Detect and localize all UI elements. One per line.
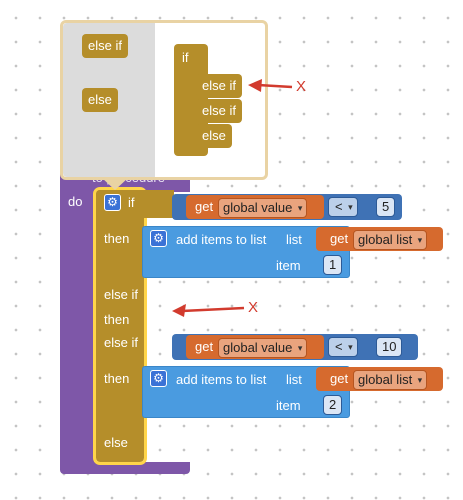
mutator-if-label: if bbox=[182, 50, 189, 65]
then-label-2: then bbox=[104, 371, 130, 386]
list-label: list bbox=[286, 372, 302, 387]
get-label: get bbox=[195, 339, 214, 354]
procedure-spine bbox=[60, 192, 94, 468]
mutator-gear-icon[interactable]: ⚙ bbox=[150, 230, 167, 247]
get-label: get bbox=[330, 371, 349, 386]
get-block-list-2[interactable]: get global list ▾ bbox=[316, 367, 443, 391]
palette-else-if-block[interactable]: else if bbox=[82, 34, 128, 58]
popup-pointer bbox=[102, 178, 128, 190]
dropdown-caret-icon: ▾ bbox=[348, 342, 353, 352]
annotation-arrow-1 bbox=[248, 79, 293, 92]
get-block-list-1[interactable]: get global list ▾ bbox=[316, 227, 443, 251]
dropdown-caret-icon: ▾ bbox=[417, 375, 423, 385]
variable-name: global list bbox=[358, 372, 413, 387]
operator-dropdown[interactable]: < ▾ bbox=[328, 197, 358, 217]
number-input[interactable]: 10 bbox=[376, 337, 403, 357]
operator-value: < bbox=[335, 339, 343, 354]
number-input[interactable]: 5 bbox=[376, 197, 396, 217]
if-label: if bbox=[128, 195, 135, 210]
variable-dropdown[interactable]: global value ▾ bbox=[218, 198, 308, 218]
annotation-x-1: X bbox=[296, 78, 307, 95]
get-label: get bbox=[195, 199, 214, 214]
add-items-label: add items to list bbox=[176, 372, 267, 387]
dropdown-caret-icon: ▾ bbox=[297, 203, 303, 213]
stack-else-if-block-2[interactable]: else if bbox=[196, 99, 242, 123]
dropdown-caret-icon: ▾ bbox=[417, 235, 423, 245]
get-label: get bbox=[330, 231, 349, 246]
else-if-label-empty: else if bbox=[104, 287, 138, 302]
variable-name: global value bbox=[223, 340, 293, 355]
procedure-footer bbox=[60, 462, 190, 474]
item-label: item bbox=[276, 258, 301, 273]
operator-dropdown[interactable]: < ▾ bbox=[328, 337, 358, 357]
else-label: else bbox=[104, 435, 128, 450]
operator-value: < bbox=[335, 199, 343, 214]
variable-name: global value bbox=[223, 200, 293, 215]
item-label: item bbox=[276, 398, 301, 413]
variable-name: global list bbox=[358, 232, 413, 247]
procedure-do-label: do bbox=[68, 194, 83, 209]
item-number-input[interactable]: 2 bbox=[323, 395, 343, 415]
dropdown-caret-icon: ▾ bbox=[297, 343, 303, 353]
palette-else-block[interactable]: else bbox=[82, 88, 118, 112]
then-label-empty: then bbox=[104, 312, 130, 327]
add-items-label: add items to list bbox=[176, 232, 267, 247]
list-label: list bbox=[286, 232, 302, 247]
annotation-arrow-2 bbox=[172, 304, 245, 317]
variable-dropdown[interactable]: global value ▾ bbox=[218, 338, 308, 358]
get-block-1[interactable]: get global value ▾ bbox=[186, 195, 324, 219]
item-number-input[interactable]: 1 bbox=[323, 255, 343, 275]
dropdown-caret-icon: ▾ bbox=[348, 202, 353, 212]
then-label-1: then bbox=[104, 231, 130, 246]
variable-dropdown[interactable]: global list ▾ bbox=[353, 230, 428, 250]
annotation-x-2: X bbox=[248, 299, 259, 316]
variable-dropdown[interactable]: global list ▾ bbox=[353, 370, 428, 390]
else-if-label-2: else if bbox=[104, 335, 138, 350]
mutator-gear-icon[interactable]: ⚙ bbox=[150, 370, 167, 387]
stack-else-block[interactable]: else bbox=[196, 124, 232, 148]
get-block-2[interactable]: get global value ▾ bbox=[186, 335, 324, 359]
mutator-gear-icon[interactable]: ⚙ bbox=[104, 194, 121, 211]
stack-else-if-block-1[interactable]: else if bbox=[196, 74, 242, 98]
